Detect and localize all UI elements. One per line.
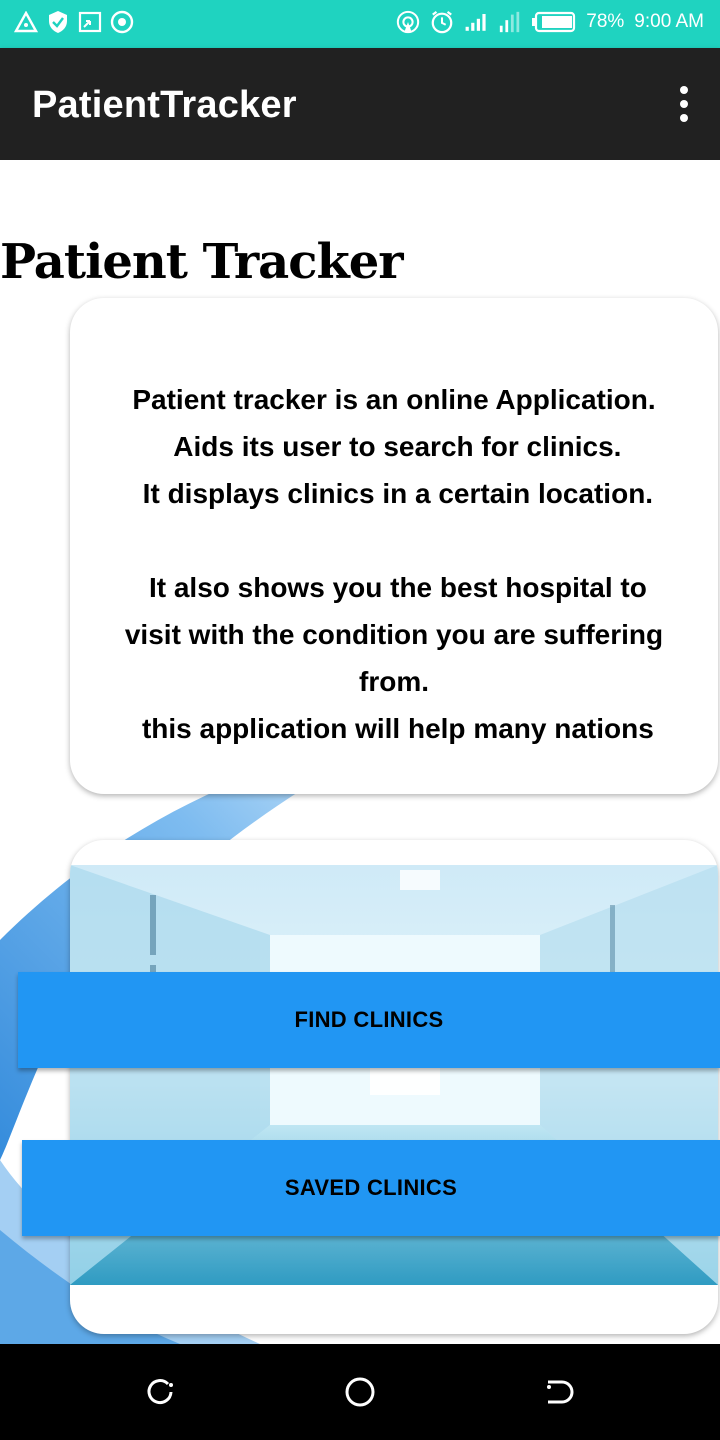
main-content: Patient Tracker Patient tracker is an on… <box>0 160 720 1344</box>
status-left-icons <box>14 10 134 34</box>
clock: 9:00 AM <box>634 11 704 32</box>
app-title: PatientTracker <box>32 84 297 126</box>
screencast-icon <box>78 10 102 34</box>
home-icon[interactable] <box>342 1374 378 1410</box>
info-line: Aids its user to search for clinics. <box>166 431 622 462</box>
hospital-image-card <box>70 840 718 1334</box>
find-clinics-button[interactable]: FIND CLINICS <box>18 972 720 1068</box>
info-text: Patient tracker is an online Application… <box>70 376 718 752</box>
alarm-icon <box>430 10 454 34</box>
info-line: visit with the condition you are sufferi… <box>124 619 664 650</box>
page-title: Patient Tracker <box>0 234 404 290</box>
saved-clinics-button[interactable]: SAVED CLINICS <box>22 1140 720 1236</box>
info-line: this application will help many nations <box>134 713 654 744</box>
battery-percent: 78% <box>586 11 625 32</box>
hotspot-icon <box>396 10 420 34</box>
shield-icon <box>46 10 70 34</box>
status-right: 78% 9:00 AM <box>396 10 704 34</box>
signal-icon <box>464 10 488 34</box>
system-nav-bar <box>0 1344 720 1440</box>
info-card: Patient tracker is an online Application… <box>70 298 718 794</box>
info-line: It also shows you the best hospital to <box>141 572 647 603</box>
info-line: from. <box>359 666 429 697</box>
data-signal-icon <box>498 10 522 34</box>
back-icon[interactable] <box>542 1374 578 1410</box>
warning-triangle-icon <box>14 10 38 34</box>
app-bar: PatientTracker <box>0 48 720 160</box>
status-bar: 78% 9:00 AM <box>0 0 720 48</box>
recent-apps-icon[interactable] <box>142 1374 178 1410</box>
target-icon <box>110 10 134 34</box>
more-vert-icon[interactable] <box>676 86 692 122</box>
battery-icon <box>532 11 576 33</box>
info-line: Patient tracker is an online Application… <box>132 384 656 415</box>
info-line: It displays clinics in a certain locatio… <box>134 478 654 509</box>
